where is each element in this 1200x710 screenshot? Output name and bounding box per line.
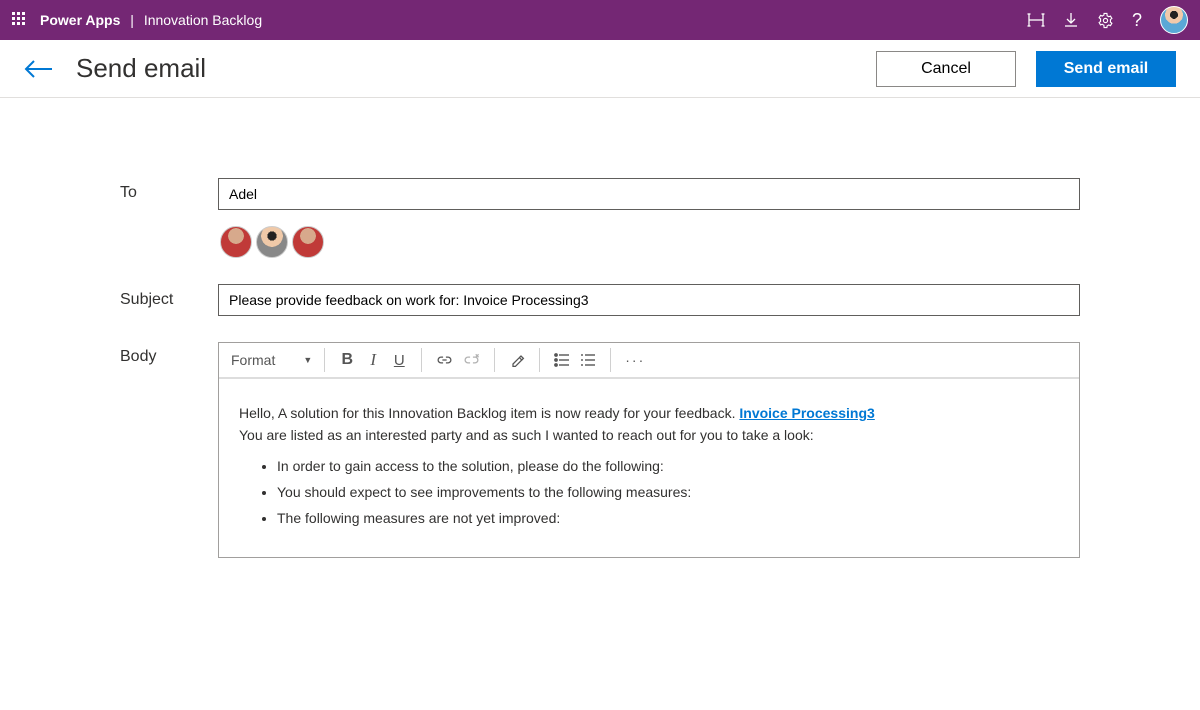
link-button[interactable]: [436, 353, 453, 367]
rich-text-editor: Format ▼ B I U: [218, 342, 1080, 558]
unlink-button[interactable]: [463, 353, 480, 367]
toolbar-separator: [610, 348, 611, 372]
recipient-avatar[interactable]: [220, 226, 252, 258]
cancel-button[interactable]: Cancel: [876, 51, 1016, 87]
app-launcher-icon[interactable]: [12, 12, 28, 28]
toolbar-separator: [539, 348, 540, 372]
more-options-button[interactable]: ···: [625, 352, 645, 368]
topbar-divider: |: [130, 12, 134, 28]
gear-icon[interactable]: [1097, 12, 1114, 29]
chevron-down-icon: ▼: [303, 355, 312, 365]
subject-row: Subject: [120, 284, 1080, 316]
topbar-actions: ?: [1027, 6, 1188, 34]
body-editor-area[interactable]: Hello, A solution for this Innovation Ba…: [219, 379, 1079, 557]
global-topbar: Power Apps | Innovation Backlog: [0, 0, 1200, 40]
recipient-avatars: [218, 226, 1080, 258]
subject-input[interactable]: [218, 284, 1080, 316]
recipient-avatar[interactable]: [256, 226, 288, 258]
body-line-2: You are listed as an interested party an…: [239, 425, 1059, 447]
body-row: Body Format ▼ B I U: [120, 342, 1080, 558]
toolbar-separator: [421, 348, 422, 372]
format-label: Format: [231, 352, 275, 368]
user-avatar[interactable]: [1160, 6, 1188, 34]
toolbar-separator: [494, 348, 495, 372]
list-item: In order to gain access to the solution,…: [277, 456, 1059, 478]
page-title: Send email: [76, 53, 206, 84]
email-form: To Subject Body Format ▼: [0, 98, 1200, 558]
to-row: To: [120, 178, 1080, 258]
body-bullet-list: In order to gain access to the solution,…: [277, 456, 1059, 529]
download-icon[interactable]: [1063, 12, 1079, 28]
subject-label: Subject: [120, 291, 218, 309]
toolbar-separator: [324, 348, 325, 372]
recipient-avatar[interactable]: [292, 226, 324, 258]
italic-button[interactable]: I: [365, 350, 381, 370]
page-header: Send email Cancel Send email: [0, 40, 1200, 98]
format-dropdown[interactable]: Format ▼: [231, 352, 318, 368]
underline-button[interactable]: U: [391, 352, 407, 369]
body-label: Body: [120, 342, 218, 366]
send-email-button[interactable]: Send email: [1036, 51, 1176, 87]
editor-toolbar: Format ▼ B I U: [219, 343, 1079, 379]
fit-icon[interactable]: [1027, 12, 1045, 28]
topbar-title: Power Apps | Innovation Backlog: [40, 12, 262, 28]
numbered-list-button[interactable]: [580, 353, 596, 367]
app-name: Innovation Backlog: [144, 12, 262, 28]
intro-text: Hello, A solution for this Innovation Ba…: [239, 405, 739, 421]
item-link[interactable]: Invoice Processing3: [739, 405, 874, 421]
bold-button[interactable]: B: [339, 351, 355, 369]
bulleted-list-button[interactable]: [554, 353, 570, 367]
list-item: You should expect to see improvements to…: [277, 482, 1059, 504]
to-input[interactable]: [218, 178, 1080, 210]
body-line-1: Hello, A solution for this Innovation Ba…: [239, 403, 1059, 425]
help-icon[interactable]: ?: [1132, 10, 1142, 31]
to-label: To: [120, 178, 218, 202]
list-item: The following measures are not yet impro…: [277, 508, 1059, 530]
back-button[interactable]: [24, 59, 54, 79]
clear-format-button[interactable]: [509, 352, 525, 368]
brand-name: Power Apps: [40, 12, 120, 28]
